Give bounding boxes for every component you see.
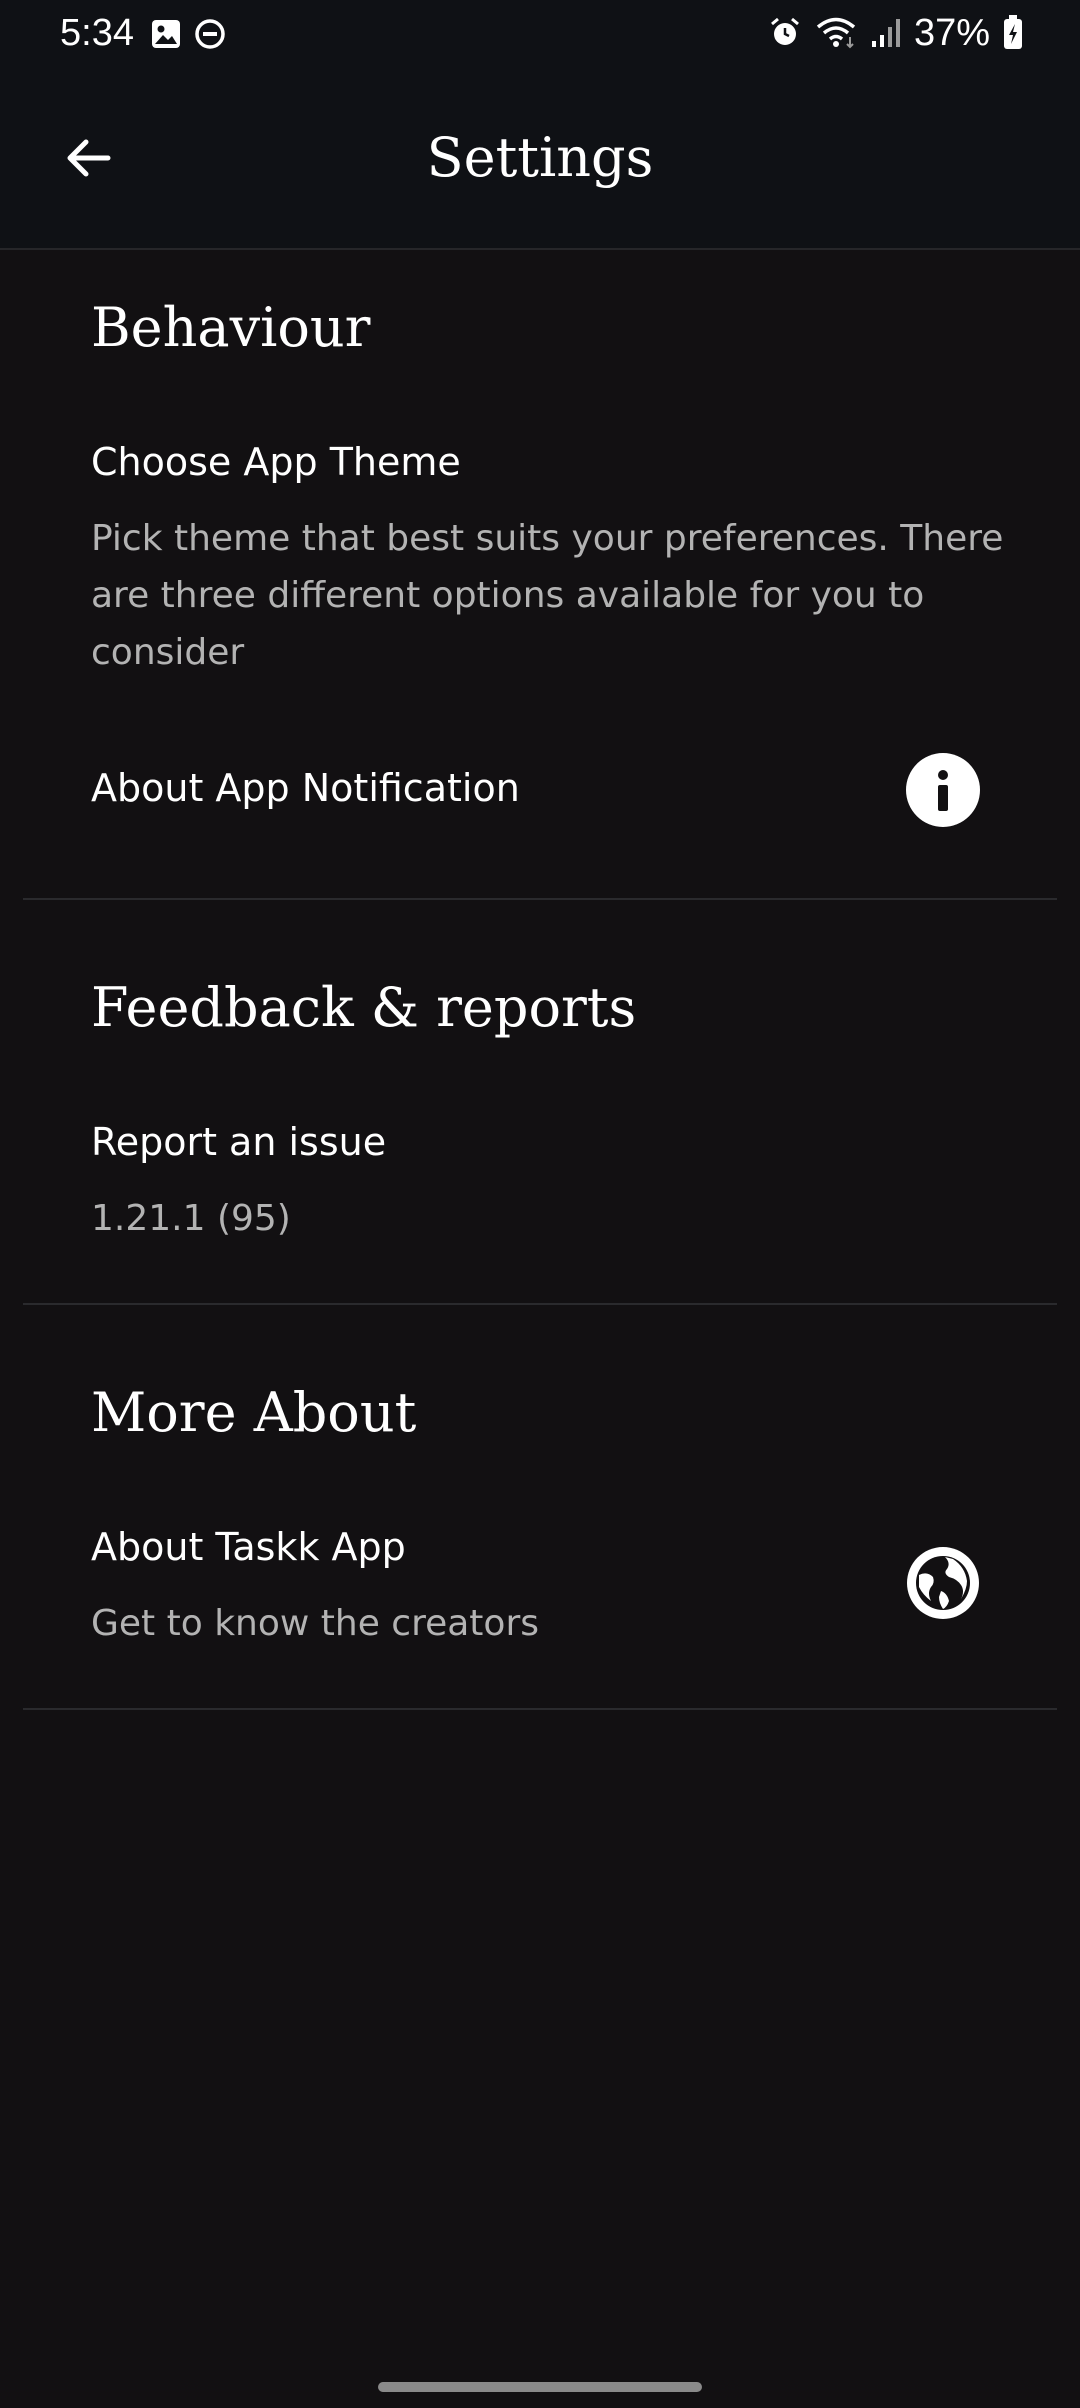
choose-app-theme-subtitle: Pick theme that best suits your preferen…	[91, 518, 1004, 673]
choose-app-theme-title: Choose App Theme	[91, 440, 461, 484]
status-right-icons: 37%	[768, 12, 1024, 55]
info-icon[interactable]	[905, 752, 981, 828]
battery-percent: 37%	[913, 12, 990, 54]
alarm-icon	[768, 15, 802, 53]
about-app-notification-item[interactable]: About App Notification	[0, 730, 1080, 850]
about-taskk-app-item[interactable]: About Taskk App Get to know the creators	[0, 1515, 1080, 1665]
about-app-notification-title: About App Notification	[91, 766, 520, 810]
choose-app-theme-item[interactable]: Choose App Theme Pick theme that best su…	[0, 430, 1080, 680]
status-time: 5:34	[60, 12, 134, 54]
about-taskk-app-subtitle: Get to know the creators	[91, 1603, 539, 1644]
do-not-disturb-icon	[194, 18, 226, 54]
signal-icon	[870, 15, 902, 53]
app-version-text: 1.21.1 (95)	[91, 1198, 291, 1239]
gallery-icon	[150, 18, 182, 54]
divider-more-about	[23, 1708, 1057, 1710]
status-bar: 5:34 37%	[0, 0, 1080, 68]
page-title: Settings	[426, 126, 654, 189]
divider-behaviour	[23, 898, 1057, 900]
app-bar: Settings	[0, 68, 1080, 250]
section-header-more-about: More About	[91, 1381, 417, 1444]
report-issue-item[interactable]: Report an issue 1.21.1 (95)	[0, 1110, 1080, 1260]
about-taskk-app-title: About Taskk App	[91, 1525, 406, 1569]
section-header-behaviour: Behaviour	[91, 296, 371, 359]
divider-feedback	[23, 1303, 1057, 1305]
wifi-icon	[814, 15, 858, 53]
report-issue-title: Report an issue	[91, 1120, 387, 1164]
globe-icon[interactable]	[905, 1545, 981, 1621]
section-header-feedback: Feedback & reports	[91, 976, 637, 1039]
status-left-icons	[150, 18, 226, 54]
battery-charging-icon	[1002, 14, 1024, 54]
home-indicator[interactable]	[378, 2382, 702, 2392]
